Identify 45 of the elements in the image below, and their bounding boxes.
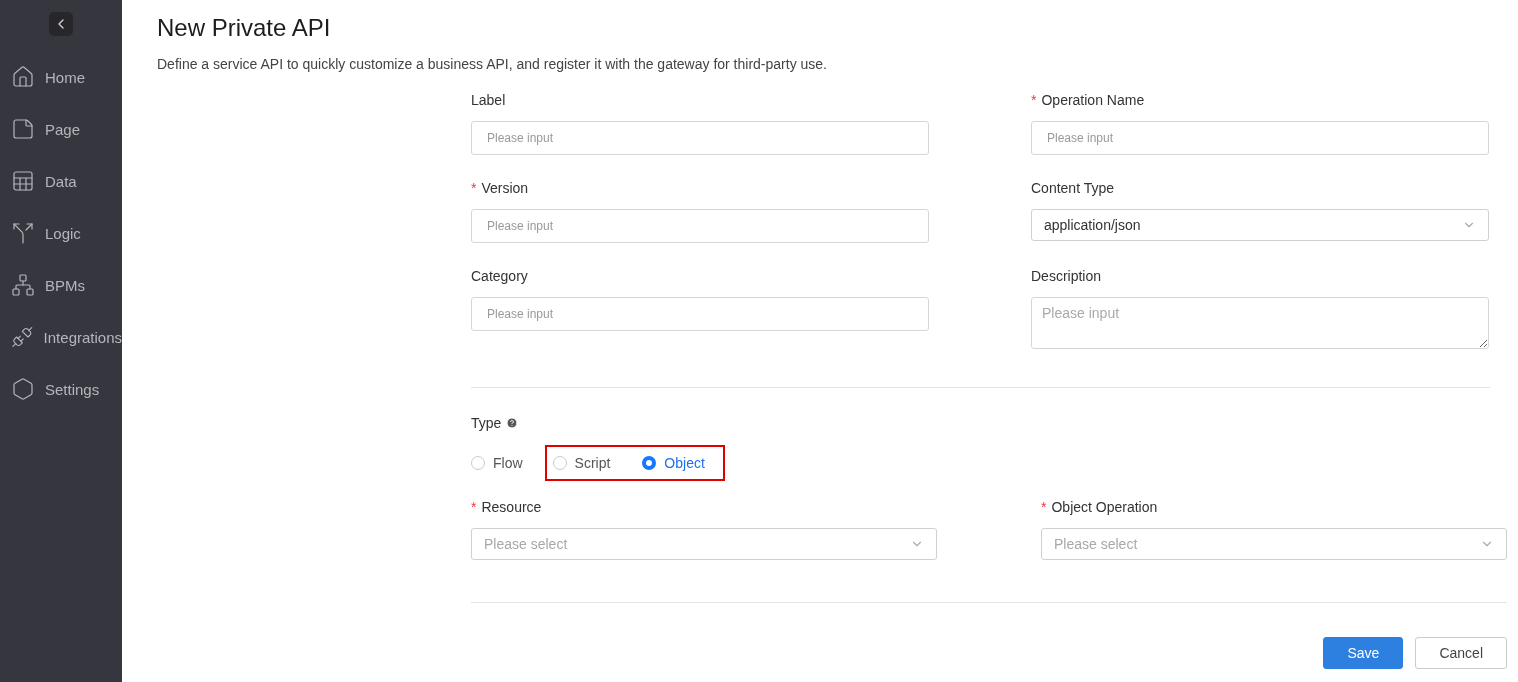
text-field[interactable]: Please input [471,297,929,331]
collapse-button[interactable] [49,12,73,36]
field-label-text: Object Operation [1051,499,1158,515]
logic-icon [11,221,35,245]
page-title: New Private API [157,14,332,42]
save-button[interactable]: Save [1323,637,1404,669]
sidebar-item[interactable]: BPMs [0,259,122,311]
select-field[interactable]: application/json [1031,209,1489,241]
help-icon[interactable] [506,417,519,429]
field-label-text: Description [1031,268,1102,284]
sidebar-item[interactable]: Settings [0,363,122,415]
sidebar-item[interactable]: Page [0,103,122,155]
settings-icon [11,377,35,401]
radio-icon [552,456,567,470]
page-icon [11,117,35,141]
sidebar-item[interactable]: Logic [0,207,122,259]
bpm-icon [11,273,35,297]
text-area[interactable]: Please input [1031,297,1489,349]
text-field[interactable]: Please input [471,121,929,155]
data-icon [11,169,35,193]
field-label-text: Operation Name [1041,92,1145,108]
radio-icon [471,456,485,470]
cancel-button[interactable]: Cancel [1415,637,1507,669]
required-mark: * [471,499,477,515]
text-field[interactable]: Please input [471,209,929,243]
text-field[interactable]: Please input [1031,121,1489,155]
radio-icon [642,456,657,470]
radio-option[interactable]: Flow [471,445,523,481]
required-mark: * [471,180,477,196]
field-label-text: Label [471,92,506,108]
sidebar-item[interactable]: Data [0,155,122,207]
radio-option[interactable]: Object [642,445,725,481]
field-label-text: Resource [481,499,542,515]
field-label-text: Version [481,180,529,196]
sidebar-item[interactable]: Home [0,51,122,103]
field-label-text: Type [471,415,502,431]
required-mark: * [1041,499,1047,515]
sidebar-item[interactable]: Integrations [0,311,122,363]
field-label-text: Category [471,268,528,284]
home-icon [11,65,35,89]
field-label-text: Content Type [1031,180,1115,196]
required-mark: * [1031,92,1037,108]
page-description: Define a service API to quickly customize a business API, and register it with the gateway for third-party use. [157,56,828,72]
radio-option[interactable]: Script [544,445,643,481]
integrations-icon [11,325,34,349]
